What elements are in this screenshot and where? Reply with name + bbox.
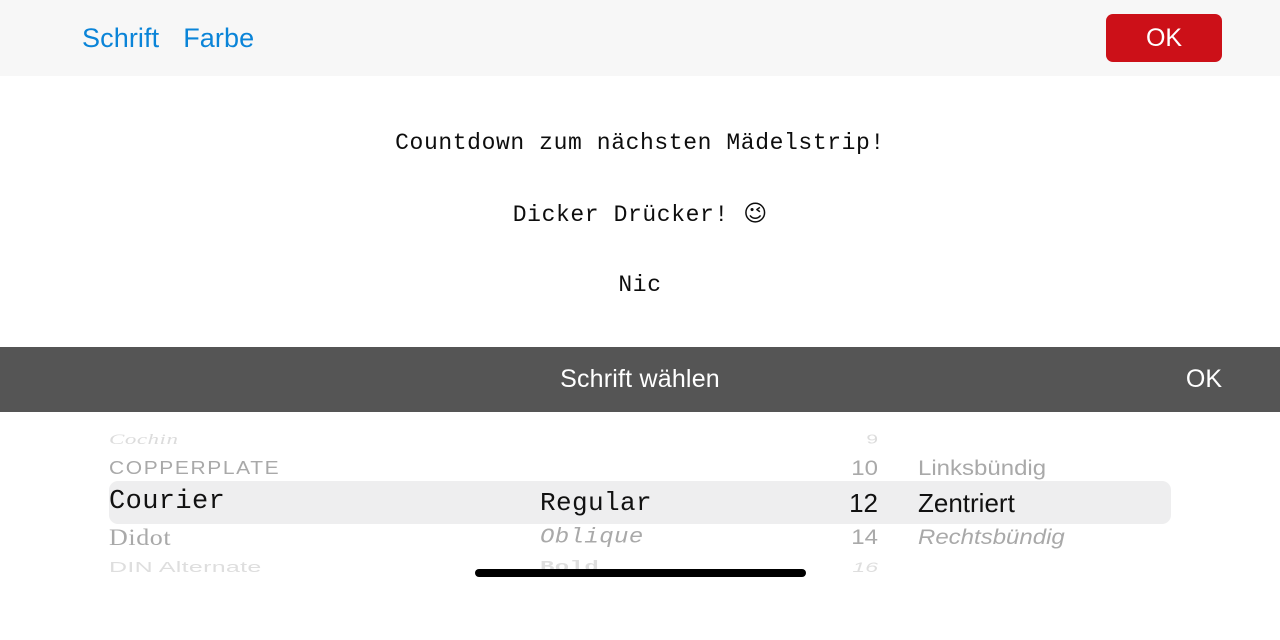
top-toolbar: Schrift Farbe OK — [0, 0, 1280, 76]
font-size-option: 14 — [851, 525, 878, 549]
font-size-option: 9 — [866, 432, 878, 447]
alignment-option: Rechtsbündig — [918, 525, 1065, 549]
document-line-1: Countdown zum nächsten Mädelstrip! — [395, 130, 885, 156]
list-item[interactable]: COPPERPLATE — [109, 451, 529, 486]
list-item[interactable]: 16 — [830, 550, 878, 585]
font-picker-body: Cochin COPPERPLATE Courier Didot DIN Alt… — [0, 412, 1280, 640]
list-item[interactable]: 10 — [830, 451, 878, 486]
font-family-option: Cochin — [109, 431, 179, 448]
font-family-option: DIN Alternate — [109, 558, 262, 576]
nav-link-schrift[interactable]: Schrift — [82, 24, 159, 52]
nav-link-farbe[interactable]: Farbe — [183, 24, 254, 52]
list-item-selected[interactable]: 12 — [830, 485, 878, 520]
font-size-wheel[interactable]: 9 10 12 14 16 — [830, 412, 878, 640]
font-family-option: Didot — [109, 524, 172, 550]
list-item[interactable]: Bold — [540, 550, 820, 585]
font-size-option-selected: 12 — [849, 487, 878, 518]
document-text-area[interactable]: Countdown zum nächsten Mädelstrip! Dicke… — [0, 76, 1280, 347]
document-line-3: Nic — [618, 272, 662, 298]
font-size-option: 16 — [852, 559, 878, 575]
font-picker-toolbar: Schrift wählen OK — [0, 347, 1280, 412]
home-indicator[interactable] — [475, 569, 806, 577]
list-item[interactable]: Linksbündig — [918, 451, 1218, 486]
list-item[interactable] — [540, 451, 820, 486]
font-style-option: Oblique — [540, 525, 644, 549]
list-item-selected[interactable]: Courier — [109, 485, 529, 520]
font-family-wheel[interactable]: Cochin COPPERPLATE Courier Didot DIN Alt… — [109, 412, 529, 640]
text-alignment-wheel[interactable]: Linksbündig Zentriert Rechtsbündig — [918, 412, 1218, 640]
font-family-option-selected: Courier — [109, 487, 226, 517]
app-root: Schrift Farbe OK Countdown zum nächsten … — [0, 0, 1280, 640]
font-size-option: 10 — [851, 456, 878, 480]
document-line-2-text: Dicker Drücker! — [512, 201, 744, 228]
list-item[interactable] — [918, 550, 1218, 585]
font-family-option: COPPERPLATE — [109, 458, 281, 479]
document-line-2: Dicker Drücker! 😉 — [0, 200, 1280, 228]
top-ok-button[interactable]: OK — [1106, 14, 1222, 62]
list-item[interactable]: DIN Alternate — [109, 550, 529, 585]
alignment-option: Linksbündig — [918, 456, 1047, 480]
list-item-selected[interactable]: Zentriert — [918, 485, 1218, 520]
font-style-wheel[interactable]: Regular Oblique Bold — [540, 412, 820, 640]
alignment-option-selected: Zentriert — [918, 487, 1015, 518]
font-style-option-selected: Regular — [540, 487, 653, 518]
top-toolbar-nav: Schrift Farbe — [82, 0, 254, 76]
list-item-selected[interactable]: Regular — [540, 485, 820, 520]
font-picker-title: Schrift wählen — [560, 365, 720, 393]
font-picker-ok-button[interactable]: OK — [1186, 347, 1222, 412]
winking-face-emoji: 😉 — [743, 200, 768, 227]
document-text: Countdown zum nächsten Mädelstrip! Dicke… — [0, 85, 1280, 345]
